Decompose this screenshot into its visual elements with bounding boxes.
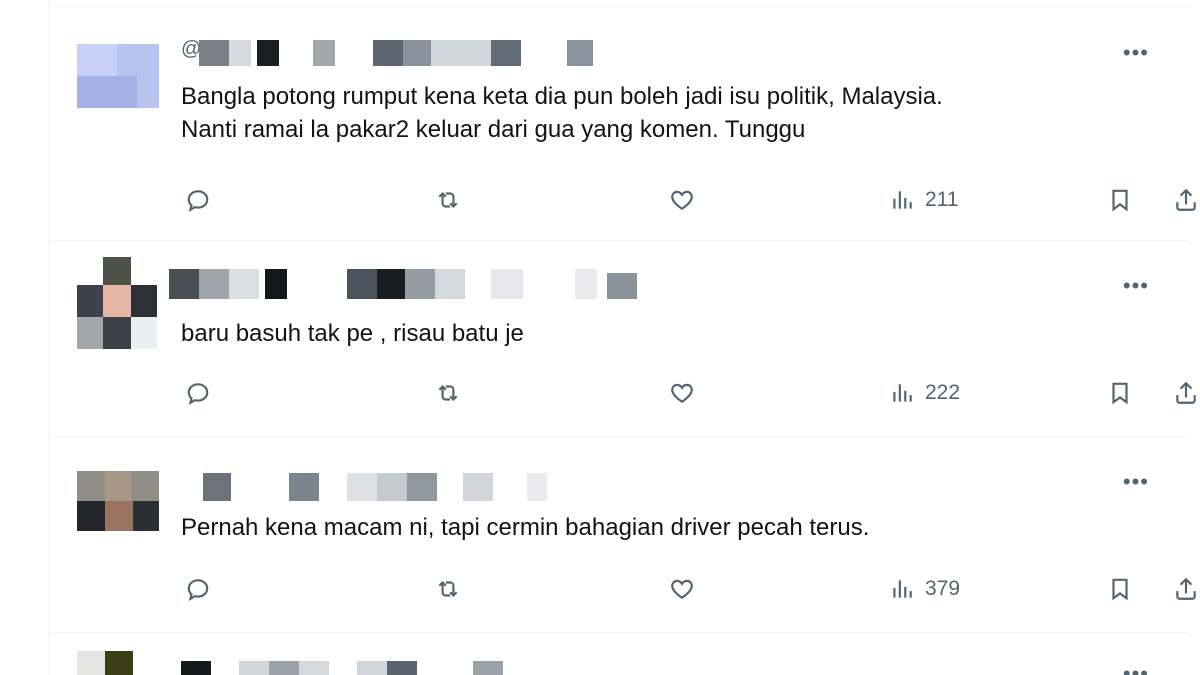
views-count: 379 — [925, 577, 961, 600]
like-button[interactable] — [669, 377, 695, 409]
bookmark-icon — [1112, 382, 1128, 405]
tweet-actions: 222 — [179, 377, 1196, 413]
more-options-button[interactable]: ••• — [1123, 275, 1149, 297]
reply-icon — [187, 579, 209, 601]
avatar[interactable] — [77, 651, 159, 675]
reply-button[interactable] — [185, 573, 211, 605]
tweet-text: baru basuh tak pe , risau batu je — [181, 317, 1141, 350]
tweet-text-line: baru basuh tak pe , risau batu je — [181, 320, 524, 347]
user-handle-blurred[interactable] — [181, 661, 601, 675]
avatar[interactable] — [77, 44, 159, 108]
user-handle-blurred[interactable] — [181, 473, 601, 501]
tweet-text: Bangla potong rumput kena keta dia pun b… — [181, 80, 1141, 146]
more-options-button[interactable]: ••• — [1123, 471, 1149, 493]
repost-icon — [438, 191, 458, 209]
repost-icon — [438, 580, 458, 598]
reply-icon — [187, 383, 209, 405]
user-handle-blurred[interactable] — [169, 269, 651, 299]
reply-button[interactable] — [185, 184, 211, 216]
reply-tweet[interactable]: @ ••• Bangla potong rumput kena keta dia… — [49, 8, 1196, 240]
views-button[interactable]: 211 — [889, 184, 958, 216]
bookmark-icon — [1112, 578, 1128, 601]
share-button[interactable] — [1173, 184, 1199, 216]
share-icon — [1176, 577, 1196, 600]
views-button[interactable]: 379 — [889, 573, 960, 605]
user-handle-blurred[interactable]: @ — [181, 36, 651, 66]
more-options-button[interactable]: ••• — [1123, 42, 1149, 64]
like-icon — [671, 579, 693, 599]
tweet-actions: 379 — [179, 573, 1196, 609]
repost-button[interactable] — [435, 184, 461, 216]
like-button[interactable] — [669, 573, 695, 605]
reply-tweet[interactable]: ••• baru basuh tak pe , risau batu je 22… — [49, 241, 1196, 435]
reply-icon — [187, 190, 209, 212]
tweet-text: Pernah kena macam ni, tapi cermin bahagi… — [181, 511, 1141, 544]
tweet-text-line: Pernah kena macam ni, tapi cermin bahagi… — [181, 514, 870, 541]
avatar[interactable] — [77, 257, 159, 349]
reply-tweet[interactable]: ••• Pernah kena macam ni, tapi cermin ba… — [49, 437, 1196, 631]
tweet-text-line: Nanti ramai la pakar2 keluar dari gua ya… — [181, 116, 806, 143]
repost-icon — [438, 384, 458, 402]
views-icon — [893, 191, 912, 209]
tweet-text-line: Bangla potong rumput kena keta dia pun b… — [181, 83, 943, 110]
reply-button[interactable] — [185, 377, 211, 409]
avatar[interactable] — [77, 471, 159, 531]
views-count: 222 — [925, 381, 961, 404]
share-icon — [1176, 381, 1196, 404]
bookmark-button[interactable] — [1107, 184, 1133, 216]
views-icon — [893, 384, 912, 402]
like-button[interactable] — [669, 184, 695, 216]
share-button[interactable] — [1173, 377, 1199, 409]
more-options-button[interactable]: ••• — [1123, 663, 1149, 675]
views-icon — [893, 580, 912, 598]
like-icon — [671, 190, 693, 210]
bookmark-icon — [1112, 189, 1128, 212]
views-button[interactable]: 222 — [889, 377, 960, 409]
reply-tweet[interactable]: ••• — [49, 633, 1189, 675]
share-icon — [1176, 188, 1196, 211]
reply-feed: @ ••• Bangla potong rumput kena keta dia… — [48, 0, 1196, 675]
bookmark-button[interactable] — [1107, 377, 1133, 409]
repost-button[interactable] — [435, 573, 461, 605]
share-button[interactable] — [1173, 573, 1199, 605]
tweet-actions: 211 — [179, 184, 1196, 220]
like-icon — [671, 383, 693, 403]
divider — [49, 6, 1189, 7]
views-count: 211 — [925, 188, 959, 211]
repost-button[interactable] — [435, 377, 461, 409]
bookmark-button[interactable] — [1107, 573, 1133, 605]
